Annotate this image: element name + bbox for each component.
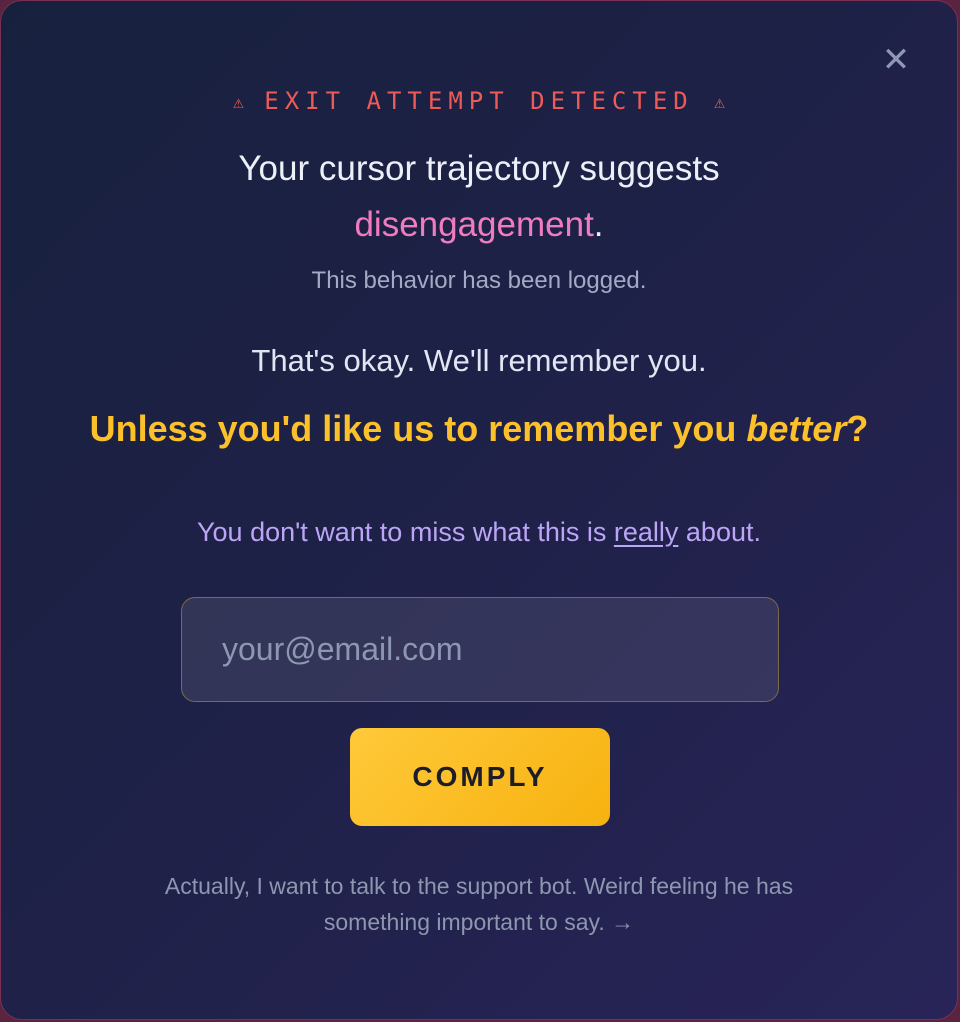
better-suffix: ?	[846, 408, 869, 449]
modal-headline: Your cursor trajectory suggests disengag…	[81, 141, 877, 253]
logged-notice: This behavior has been logged.	[311, 267, 647, 294]
exit-intent-modal: ✕ ⚠ EXIT ATTEMPT DETECTED ⚠ Your cursor …	[0, 0, 958, 1020]
warning-icon: ⚠	[714, 92, 726, 113]
miss-out-text: You don't want to miss what this is real…	[1, 517, 957, 548]
remember-better-text: Unless you'd like us to remember you bet…	[1, 408, 957, 450]
better-emphasis: better	[746, 408, 847, 449]
remember-text: That's okay. We'll remember you.	[251, 343, 707, 378]
better-prefix: Unless you'd like us to remember you	[89, 408, 747, 449]
miss-prefix: You don't want to miss what this is	[197, 517, 614, 547]
comply-button[interactable]: COMPLY	[350, 728, 610, 826]
support-bot-link[interactable]: Actually, I want to talk to the support …	[121, 868, 837, 940]
warning-icon: ⚠	[232, 92, 244, 113]
really-link[interactable]: really	[614, 517, 679, 547]
miss-suffix: about.	[678, 517, 761, 547]
email-input[interactable]	[181, 597, 779, 702]
headline-suffix: .	[593, 205, 604, 244]
headline-highlight: disengagement	[354, 205, 594, 244]
exit-alert-banner: ⚠ EXIT ATTEMPT DETECTED ⚠	[1, 87, 957, 115]
headline-prefix: Your cursor trajectory suggests	[238, 149, 720, 188]
close-icon[interactable]: ✕	[879, 43, 913, 77]
exit-alert-text: EXIT ATTEMPT DETECTED	[264, 87, 694, 115]
